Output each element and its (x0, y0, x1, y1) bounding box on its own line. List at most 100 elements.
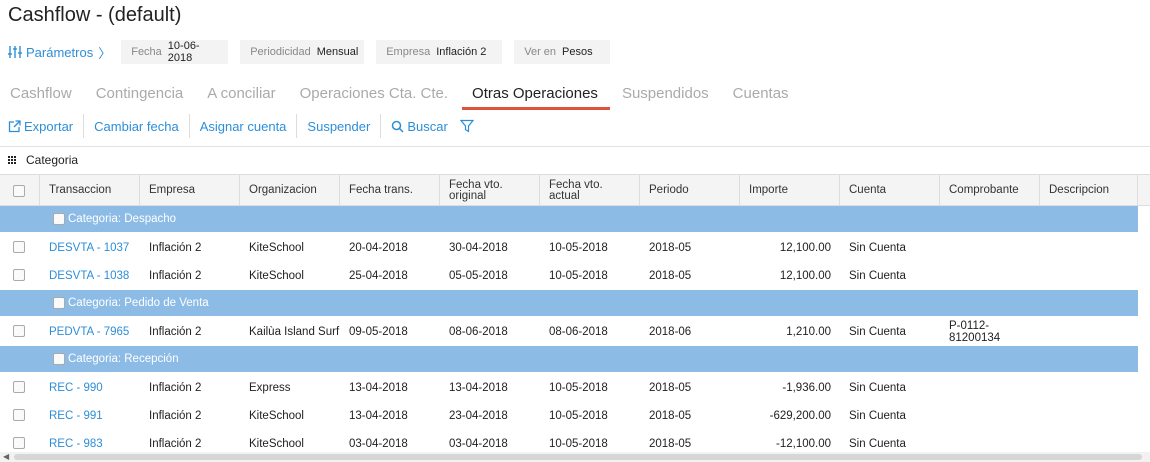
search-button[interactable]: Buscar (381, 114, 457, 138)
group-row[interactable]: Categoria: Recepción (0, 346, 1138, 372)
horizontal-scrollbar[interactable]: ◀ (0, 452, 1150, 462)
param-chip-empresa[interactable]: Empresa Inflación 2 (376, 40, 503, 64)
group-label: Categoria: Despacho (68, 213, 177, 225)
suspend-button[interactable]: Suspender (297, 114, 382, 138)
cell-fecha-trans: 13-04-2018 (349, 382, 408, 394)
cell-organizacion: KiteSchool (249, 270, 304, 282)
tab-contingencia[interactable]: Contingencia (86, 80, 196, 110)
cell-importe: 12,100.00 (779, 270, 831, 282)
row-checkbox[interactable] (13, 269, 25, 281)
export-button[interactable]: Exportar (0, 114, 85, 138)
group-checkbox[interactable] (53, 297, 65, 309)
column-header-importe[interactable]: Importe (740, 175, 840, 206)
cell-periodo: 2018-05 (649, 382, 692, 394)
row-checkbox[interactable] (13, 409, 25, 421)
scroll-left-icon[interactable]: ◀ (3, 452, 9, 461)
tab-a-conciliar[interactable]: A conciliar (197, 80, 287, 110)
select-all-cell (0, 175, 40, 206)
grid-header: Transaccion Empresa Organizacion Fecha tran… (0, 174, 1150, 206)
column-header-fecha-vto-actual[interactable]: Fecha vto. actual (540, 175, 640, 206)
cell-cuenta: Sin Cuenta (849, 270, 906, 282)
cell-transaccion[interactable]: REC - 990 (40, 374, 140, 402)
cell-fecha-trans: 20-04-2018 (349, 242, 408, 254)
cell-fecha-vto-original: 08-06-2018 (449, 326, 508, 338)
cell-comprobante (940, 430, 1040, 454)
cell-cuenta: Sin Cuenta (849, 242, 906, 254)
tab-cuentas[interactable]: Cuentas (723, 80, 801, 110)
select-all-checkbox[interactable] (13, 184, 25, 197)
cell-transaccion[interactable]: DESVTA - 1038 (40, 262, 140, 290)
column-header-fecha-trans[interactable]: Fecha trans. (340, 175, 440, 206)
change-date-button[interactable]: Cambiar fecha (84, 114, 190, 138)
cell-fecha-vto-original: 30-04-2018 (449, 242, 508, 254)
cell-comprobante (940, 234, 1040, 262)
grouping-bar: Categoria (0, 146, 1150, 172)
column-header-fecha-vto-original[interactable]: Fecha vto. original (440, 175, 540, 206)
group-row[interactable]: Categoria: Pedido de Venta (0, 290, 1138, 316)
param-chip-periodicidad[interactable]: Periodicidad Mensual (240, 40, 365, 64)
parameters-link[interactable]: Parámetros 〉 (8, 43, 111, 62)
scrollbar-thumb[interactable] (14, 454, 1142, 460)
table-row[interactable]: DESVTA - 1038 Inflación 2 KiteSchool 25-04-… (0, 262, 1140, 290)
column-header-periodo[interactable]: Periodo (640, 175, 740, 206)
column-header-descripcion[interactable]: Descripcion (1040, 175, 1138, 206)
cell-importe: -12,100.00 (776, 438, 831, 450)
cell-fecha-vto-actual: 10-05-2018 (549, 438, 608, 450)
tab-operaciones-cta-cte[interactable]: Operaciones Cta. Cte. (290, 80, 460, 110)
cell-organizacion: Kailùa Island Surf (249, 326, 340, 338)
cell-transaccion[interactable]: REC - 991 (40, 402, 140, 430)
param-chip-ver-en[interactable]: Ver en Pesos (514, 40, 611, 64)
cell-organizacion: KiteSchool (249, 410, 304, 422)
cell-transaccion[interactable]: DESVTA - 1037 (40, 234, 140, 262)
cell-fecha-vto-actual: 08-06-2018 (549, 326, 608, 338)
cell-descripcion (1040, 234, 1138, 262)
row-checkbox[interactable] (13, 381, 25, 393)
param-chip-fecha[interactable]: Fecha 10-06-2018 (121, 40, 229, 64)
group-checkbox[interactable] (53, 353, 65, 365)
cell-transaccion[interactable]: REC - 983 (40, 430, 140, 454)
assign-account-button[interactable]: Asignar cuenta (190, 114, 298, 138)
cell-descripcion (1040, 374, 1138, 402)
group-row[interactable]: Categoria: Despacho (0, 206, 1138, 232)
row-checkbox[interactable] (13, 325, 25, 337)
filter-button[interactable] (458, 114, 487, 138)
table-row[interactable]: REC - 990 Inflación 2 Express 13-04-2018 13-… (0, 374, 1140, 402)
column-header-cuenta[interactable]: Cuenta (840, 175, 940, 206)
cell-empresa: Inflación 2 (149, 270, 202, 282)
group-label: Categoria: Recepción (68, 353, 179, 365)
filter-icon (459, 119, 474, 133)
cell-descripcion (1040, 402, 1138, 430)
cell-cuenta: Sin Cuenta (849, 382, 906, 394)
tab-otras-operaciones[interactable]: Otras Operaciones (462, 80, 610, 110)
cell-periodo: 2018-05 (649, 270, 692, 282)
cell-importe: -1,936.00 (782, 382, 831, 394)
column-header-comprobante[interactable]: Comprobante (940, 175, 1040, 206)
cell-organizacion: KiteSchool (249, 242, 304, 254)
column-header-empresa[interactable]: Empresa (140, 175, 240, 206)
table-row[interactable]: DESVTA - 1037 Inflación 2 KiteSchool 20-04-… (0, 234, 1140, 262)
cell-descripcion (1040, 262, 1138, 290)
row-checkbox[interactable] (13, 437, 25, 449)
cell-transaccion[interactable]: PEDVTA - 7965 (40, 318, 140, 346)
cell-cuenta: Sin Cuenta (849, 326, 906, 338)
group-label: Categoria: Pedido de Venta (68, 297, 209, 309)
column-header-transaccion[interactable]: Transaccion (40, 175, 140, 206)
cell-cuenta: Sin Cuenta (849, 410, 906, 422)
tab-cashflow[interactable]: Cashflow (0, 80, 84, 110)
table-row[interactable]: REC - 983 Inflación 2 KiteSchool 03-04-2018… (0, 430, 1140, 454)
row-checkbox[interactable] (13, 241, 25, 253)
cell-fecha-vto-original: 03-04-2018 (449, 438, 508, 450)
cell-importe: 12,100.00 (779, 242, 831, 254)
column-header-organizacion[interactable]: Organizacion (240, 175, 340, 206)
tab-bar: Cashflow Contingencia A conciliar Operac… (0, 80, 803, 110)
table-row[interactable]: REC - 991 Inflación 2 KiteSchool 13-04-2018… (0, 402, 1140, 430)
grouping-label: Categoria (26, 152, 79, 167)
toolbar: Exportar Cambiar fecha Asignar cuenta Su… (0, 114, 487, 138)
chevron-right-icon: 〉 (98, 45, 112, 61)
grip-icon[interactable] (8, 155, 16, 164)
tab-suspendidos[interactable]: Suspendidos (612, 80, 721, 110)
group-checkbox[interactable] (53, 213, 65, 225)
cell-descripcion (1040, 430, 1138, 454)
table-row[interactable]: PEDVTA - 7965 Inflación 2 Kailùa Island Su… (0, 318, 1140, 346)
cell-comprobante (940, 262, 1040, 290)
